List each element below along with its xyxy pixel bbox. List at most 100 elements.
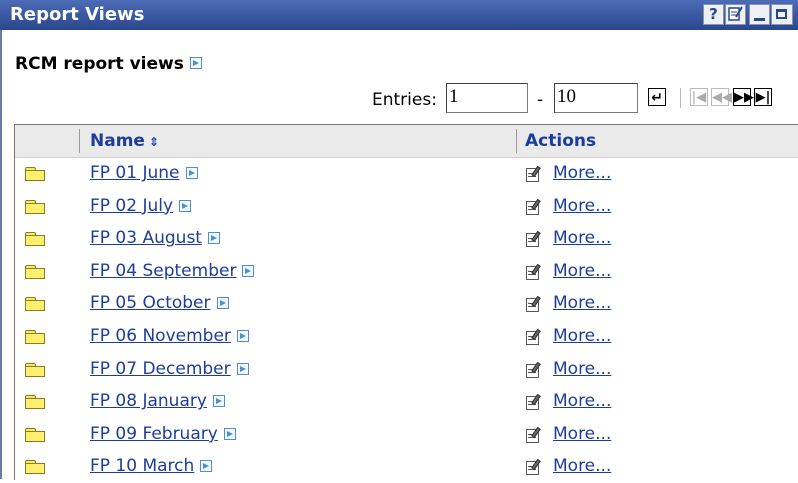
- heading-label: RCM report views: [15, 54, 184, 74]
- report-views-table: Name ⇕ Actions FP 01 June More... FP 02 Jul…: [14, 124, 798, 480]
- row-menu-arrow-icon[interactable]: [179, 199, 192, 212]
- row-menu-arrow-icon[interactable]: [200, 460, 213, 473]
- sort-icon[interactable]: ⇕: [149, 135, 159, 149]
- table-row: FP 01 June More...: [15, 158, 798, 190]
- go-button[interactable]: ↵: [648, 88, 666, 106]
- entries-to-input[interactable]: 10: [554, 83, 638, 113]
- report-view-name: FP 09 February: [90, 423, 218, 444]
- next-page-button[interactable]: ▶▶: [733, 88, 754, 106]
- properties-icon: [526, 328, 544, 345]
- table-row: FP 08 January More...: [15, 386, 798, 418]
- more-actions-link[interactable]: More...: [553, 228, 611, 248]
- folder-icon[interactable]: [25, 427, 45, 442]
- row-menu-arrow-icon[interactable]: [207, 232, 220, 245]
- report-view-name: FP 03 August: [90, 228, 202, 249]
- more-actions-link[interactable]: More...: [553, 261, 611, 281]
- last-page-icon: ▶|: [755, 90, 771, 105]
- more-actions-link[interactable]: More...: [553, 163, 611, 183]
- folder-icon[interactable]: [25, 264, 45, 279]
- help-button[interactable]: ?: [703, 4, 724, 25]
- report-view-name-link[interactable]: FP 05 October: [90, 293, 229, 313]
- report-view-name: FP 01 June: [90, 163, 180, 183]
- report-view-name: FP 05 October: [90, 293, 211, 314]
- table-row: FP 07 December More...: [15, 354, 798, 386]
- name-column-header[interactable]: Name ⇕: [90, 131, 159, 151]
- report-view-name: FP 06 November: [90, 326, 231, 346]
- report-view-name-link[interactable]: FP 08 January: [90, 391, 225, 411]
- row-menu-arrow-icon[interactable]: [212, 395, 225, 408]
- report-view-name-link[interactable]: FP 01 June: [90, 163, 198, 183]
- row-menu-arrow-icon[interactable]: [185, 167, 198, 179]
- report-view-name-link[interactable]: FP 07 December: [90, 359, 249, 379]
- report-view-name-link[interactable]: FP 03 August: [90, 228, 220, 248]
- report-view-name-link[interactable]: FP 06 November: [90, 326, 249, 346]
- table-row: FP 05 October More...: [15, 288, 798, 320]
- last-page-button[interactable]: ▶|: [754, 88, 772, 106]
- properties-icon: [526, 165, 544, 182]
- folder-icon[interactable]: [25, 199, 45, 214]
- more-actions-link[interactable]: More...: [553, 359, 611, 379]
- maximize-button[interactable]: [771, 4, 793, 25]
- more-actions-link[interactable]: More...: [553, 391, 611, 411]
- properties-icon: [526, 296, 544, 313]
- window-title: Report Views: [10, 4, 145, 25]
- properties-icon: [728, 6, 743, 21]
- heading-menu-arrow-icon[interactable]: [189, 56, 202, 69]
- more-actions-link[interactable]: More...: [553, 424, 611, 444]
- more-actions-link[interactable]: More...: [553, 293, 611, 313]
- row-menu-arrow-icon[interactable]: [236, 362, 249, 375]
- folder-icon[interactable]: [25, 297, 45, 312]
- row-menu-arrow-icon[interactable]: [242, 264, 255, 277]
- folder-icon[interactable]: [25, 395, 45, 410]
- report-view-name: FP 10 March: [90, 456, 195, 477]
- table-header: Name ⇕ Actions: [15, 125, 798, 158]
- report-view-name: FP 08 January: [90, 391, 207, 412]
- enter-icon: ↵: [651, 90, 663, 106]
- report-view-name: FP 02 July: [90, 195, 174, 216]
- row-menu-arrow-icon[interactable]: [223, 427, 236, 440]
- report-view-name-link[interactable]: FP 02 July: [90, 195, 192, 216]
- previous-page-button[interactable]: ◀◀: [711, 88, 732, 106]
- table-row: FP 03 August More...: [15, 223, 798, 255]
- table-row: FP 09 February More...: [15, 419, 798, 451]
- table-row: FP 04 September More...: [15, 256, 798, 288]
- table-row: FP 02 July More...: [15, 191, 798, 223]
- report-view-name: FP 04 September: [90, 260, 237, 281]
- folder-icon[interactable]: [25, 232, 45, 247]
- properties-icon: [526, 361, 544, 378]
- properties-icon: [526, 198, 544, 215]
- properties-icon: [526, 394, 544, 411]
- minimize-icon: [754, 18, 765, 21]
- page-heading: RCM report views: [15, 54, 202, 74]
- report-view-name: FP 07 December: [90, 358, 231, 379]
- more-actions-link[interactable]: More...: [553, 456, 611, 476]
- first-page-icon: |◀: [691, 90, 707, 105]
- more-actions-link[interactable]: More...: [553, 326, 611, 346]
- table-row: FP 10 March More...: [15, 451, 798, 483]
- row-menu-arrow-icon[interactable]: [216, 297, 229, 310]
- column-separator: [79, 129, 80, 153]
- folder-icon[interactable]: [25, 330, 45, 344]
- table-row: FP 06 November More...: [15, 321, 798, 353]
- entries-from-input[interactable]: 1: [446, 83, 528, 113]
- next-page-icon: ▶▶: [734, 90, 754, 105]
- folder-icon[interactable]: [25, 460, 45, 475]
- name-column-label: Name: [90, 131, 145, 151]
- window-titlebar: Report Views ?: [0, 0, 798, 30]
- more-actions-link[interactable]: More...: [553, 196, 611, 216]
- folder-icon[interactable]: [25, 362, 45, 377]
- properties-button[interactable]: [725, 4, 746, 25]
- report-view-name-link[interactable]: FP 10 March: [90, 456, 213, 477]
- properties-icon: [526, 231, 544, 248]
- folder-icon[interactable]: [25, 167, 45, 181]
- window-frame: [0, 0, 2, 479]
- report-view-name-link[interactable]: FP 09 February: [90, 424, 236, 444]
- first-page-button[interactable]: |◀: [690, 88, 708, 106]
- minimize-button[interactable]: [749, 4, 770, 25]
- actions-column-header: Actions: [525, 131, 597, 151]
- entries-dash: -: [537, 90, 544, 110]
- report-view-name-link[interactable]: FP 04 September: [90, 260, 255, 281]
- previous-page-icon: ◀◀: [712, 90, 732, 105]
- row-menu-arrow-icon[interactable]: [236, 330, 249, 342]
- entries-label: Entries:: [372, 90, 437, 110]
